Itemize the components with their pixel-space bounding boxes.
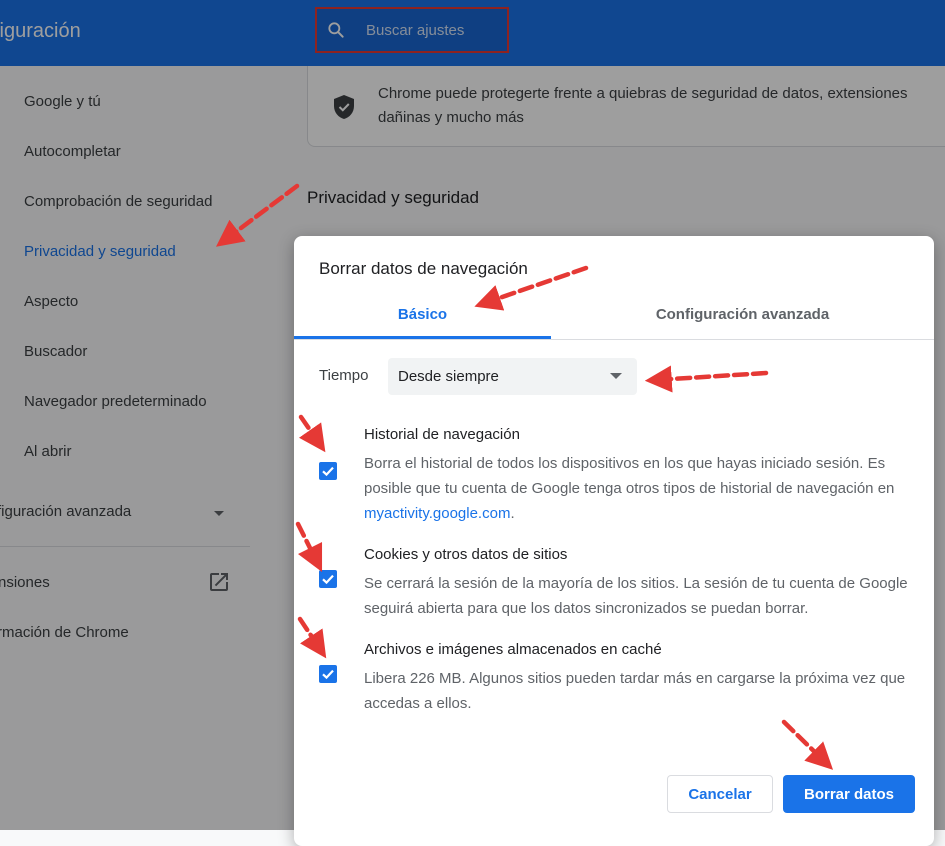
clear-browsing-data-dialog: Borrar datos de navegación Básico Config… bbox=[294, 236, 934, 846]
cookies-checkbox[interactable] bbox=[319, 570, 337, 588]
option-title: Cookies y otros datos de sitios bbox=[364, 546, 568, 563]
time-range-select[interactable]: Desde siempre bbox=[388, 358, 637, 395]
option-title: Archivos e imágenes almacenados en caché bbox=[364, 641, 662, 658]
caret-down-icon bbox=[610, 373, 622, 379]
check-icon bbox=[322, 574, 334, 585]
check-icon bbox=[322, 669, 334, 680]
cache-checkbox[interactable] bbox=[319, 665, 337, 683]
option-description: Libera 226 MB. Algunos sitios pueden tar… bbox=[364, 670, 906, 712]
option-description: Borra el historial de todos los disposit… bbox=[364, 455, 895, 522]
time-range-label: Tiempo bbox=[319, 367, 369, 384]
history-checkbox[interactable] bbox=[319, 462, 337, 480]
check-icon bbox=[322, 466, 334, 477]
option-title: Historial de navegación bbox=[364, 426, 520, 443]
option-description: Se cerrará la sesión de la mayoría de lo… bbox=[364, 575, 908, 617]
time-range-value: Desde siempre bbox=[398, 368, 499, 385]
myactivity-link[interactable]: myactivity.google.com bbox=[364, 505, 510, 522]
tab-basic[interactable]: Básico bbox=[294, 306, 551, 338]
dialog-title: Borrar datos de navegación bbox=[319, 259, 528, 278]
cancel-button[interactable]: Cancelar bbox=[667, 775, 773, 813]
clear-data-button[interactable]: Borrar datos bbox=[783, 775, 915, 813]
tab-advanced[interactable]: Configuración avanzada bbox=[551, 306, 934, 338]
tab-divider bbox=[294, 339, 934, 340]
